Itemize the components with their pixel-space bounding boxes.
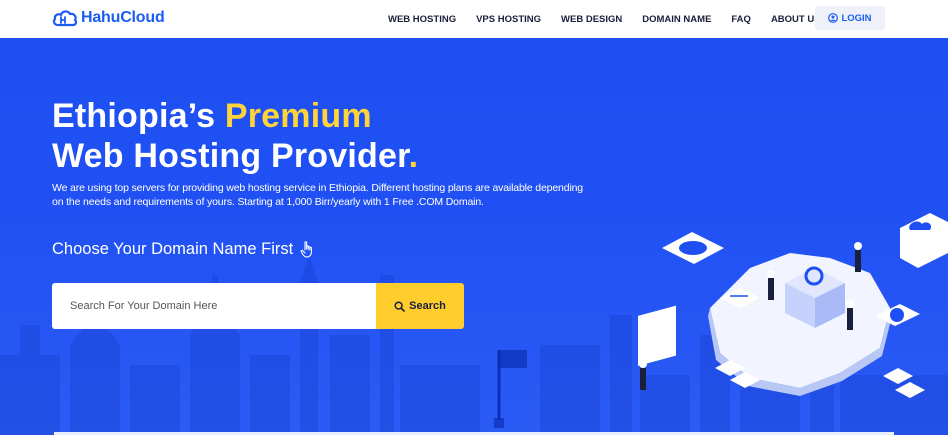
- pointing-hand-icon: [300, 240, 313, 258]
- choose-domain-text: Choose Your Domain Name First: [52, 240, 294, 258]
- domain-search-form: Search: [52, 283, 464, 329]
- hero-description: We are using top servers for providing w…: [52, 182, 584, 208]
- hero-section: Ethiopia’s Premium Web Hosting Provider.…: [0, 38, 948, 435]
- cloud-logo-icon: [52, 10, 78, 27]
- hosting-illustration: [638, 213, 948, 398]
- search-button[interactable]: Search: [376, 283, 464, 329]
- login-label: LOGIN: [841, 12, 872, 24]
- title-text: Ethiopia’s: [52, 97, 225, 135]
- nav-vps-hosting[interactable]: VPS HOSTING: [476, 14, 541, 25]
- nav-faq[interactable]: FAQ: [731, 14, 751, 25]
- nav-domain-name[interactable]: DOMAIN NAME: [642, 14, 711, 25]
- nav-web-hosting[interactable]: WEB HOSTING: [388, 14, 456, 25]
- title-dot: .: [408, 137, 419, 175]
- logo[interactable]: HahuCloud: [52, 8, 165, 28]
- login-button[interactable]: LOGIN: [815, 6, 885, 30]
- top-navbar: HahuCloud WEB HOSTING VPS HOSTING WEB DE…: [0, 0, 948, 38]
- search-icon: [394, 300, 405, 312]
- flag-decoration: [494, 350, 527, 428]
- domain-search-input[interactable]: [52, 283, 376, 329]
- hero-title-line2: Web Hosting Provider.: [52, 137, 418, 176]
- hero-title-line1: Ethiopia’s Premium: [52, 97, 372, 136]
- nav-about-us[interactable]: ABOUT US: [771, 14, 821, 25]
- search-button-label: Search: [409, 300, 446, 312]
- title-highlight: Premium: [224, 97, 372, 135]
- title-line2-text: Web Hosting Provider: [52, 137, 409, 175]
- user-icon: [828, 13, 839, 23]
- choose-domain-heading: Choose Your Domain Name First: [52, 240, 315, 259]
- nav-web-design[interactable]: WEB DESIGN: [561, 14, 622, 25]
- main-nav: WEB HOSTING VPS HOSTING WEB DESIGN DOMAI…: [388, 0, 821, 38]
- logo-text: HahuCloud: [81, 9, 165, 26]
